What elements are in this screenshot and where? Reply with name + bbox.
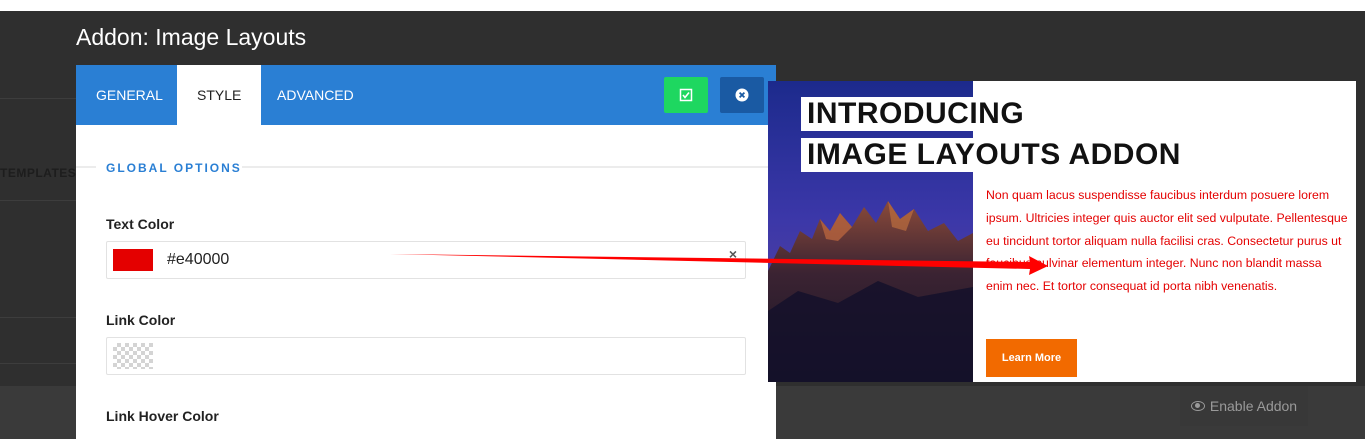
text-color-swatch[interactable] bbox=[113, 249, 153, 271]
close-circle-icon bbox=[735, 88, 749, 102]
section-divider bbox=[76, 166, 96, 168]
clear-color-icon[interactable]: × bbox=[729, 246, 737, 262]
tab-general[interactable]: GENERAL bbox=[76, 65, 183, 125]
addon-preview-image: INTRODUCING IMAGE LAYOUTS ADDON Non quam… bbox=[768, 81, 1356, 382]
tab-style[interactable]: STYLE bbox=[177, 65, 262, 125]
text-color-field[interactable]: #e40000 × bbox=[106, 241, 746, 279]
learn-more-button[interactable]: Learn More bbox=[986, 339, 1077, 377]
apply-button[interactable] bbox=[664, 77, 708, 113]
checkbox-check-icon bbox=[679, 88, 693, 102]
backdrop-divider bbox=[0, 200, 80, 201]
link-color-field[interactable] bbox=[106, 337, 746, 375]
link-color-label: Link Color bbox=[106, 312, 176, 328]
page-title: Addon: Image Layouts bbox=[76, 24, 307, 50]
section-title-global-options: GLOBAL OPTIONS bbox=[106, 161, 242, 175]
preview-body-text: Non quam lacus suspendisse faucibus inte… bbox=[986, 188, 1348, 294]
preview-headline-line1: INTRODUCING bbox=[801, 97, 1029, 131]
tab-advanced[interactable]: ADVANCED bbox=[257, 65, 374, 125]
backdrop-divider bbox=[0, 317, 80, 318]
addon-settings-modal: GENERAL STYLE ADVANCED GLOBAL OPTIONS Te… bbox=[76, 65, 776, 439]
section-divider bbox=[242, 166, 776, 168]
backdrop-divider bbox=[0, 363, 80, 364]
close-button[interactable] bbox=[720, 77, 764, 113]
text-color-value[interactable]: #e40000 bbox=[167, 251, 229, 269]
link-hover-color-label: Link Hover Color bbox=[106, 408, 219, 424]
eye-icon bbox=[1190, 401, 1205, 411]
templates-label[interactable]: TEMPLATES bbox=[0, 166, 76, 180]
text-color-label: Text Color bbox=[106, 216, 175, 232]
tab-bar: GENERAL STYLE ADVANCED bbox=[76, 65, 776, 125]
backdrop-divider bbox=[0, 98, 80, 99]
preview-headline-line2: IMAGE LAYOUTS ADDON bbox=[801, 138, 1185, 172]
enable-addon-label: Enable Addon bbox=[1209, 398, 1298, 414]
link-color-swatch[interactable] bbox=[113, 343, 153, 369]
enable-addon-button[interactable]: Enable Addon bbox=[1180, 386, 1308, 426]
